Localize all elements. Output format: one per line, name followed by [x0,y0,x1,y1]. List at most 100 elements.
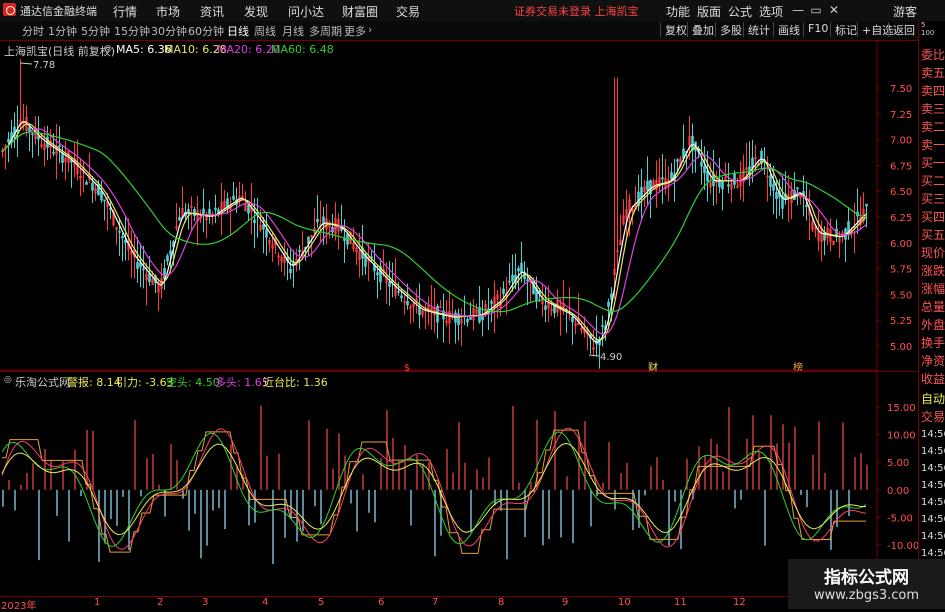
alarm-value: 警报: 8.14 [67,376,121,389]
app-logo-icon [3,3,16,16]
indicator-chart[interactable]: 15.00 10.00 5.00 0.00 -5.00 -10.00 [0,373,918,595]
indicator-axis-tick: 5.00 [887,458,909,469]
chevron-right-icon[interactable]: › [368,23,372,36]
date-label-oct: 10 [618,597,631,608]
pane-divider [0,371,918,372]
panel-top-small: 5 [921,21,926,29]
panel-item-sell1[interactable]: 卖一 [921,136,945,153]
price-axis-tick: 5.50 [890,290,912,301]
period-tick[interactable]: 分时 [22,23,44,39]
menu-trade[interactable]: 交易 [396,3,420,20]
panel-auto-button[interactable]: 自动 [921,390,945,407]
restore-icon[interactable]: ▭ [808,2,824,18]
draw-line-button[interactable]: 画线 [773,22,800,37]
tick-time: 14:56 [921,446,945,457]
panel-item-pct[interactable]: 涨幅 [921,280,945,297]
back-button[interactable]: 返回 [888,22,915,37]
menu-options[interactable]: 选项 [759,3,783,20]
panel-item-sell2[interactable]: 卖二 [921,118,945,135]
price-axis-tick: 5.25 [890,316,912,327]
event-marker-dollar[interactable]: $ [404,363,410,371]
login-warning[interactable]: 证券交易未登录 上海凯宝 [514,3,639,19]
event-marker-rank[interactable]: 榜 [793,361,803,371]
short-value: 空头: 4.50 [166,376,220,389]
price-axis-tick: 7.50 [890,84,912,95]
f10-button[interactable]: F10 [803,22,828,37]
indicator-axis-tick: 10.00 [887,431,916,442]
panel-trade-button[interactable]: 交易 [921,408,945,425]
period-30min[interactable]: 30分钟 [151,23,187,39]
long-value: 多头: 1.65 [215,376,269,389]
date-label-feb: 2 [157,597,164,608]
period-5min[interactable]: 5分钟 [81,23,110,39]
stock-legend: 上海凯宝(日线 前复权) [4,45,116,58]
panel-item-weibi[interactable]: 委比 [921,46,945,63]
guest-label[interactable]: 游客 [893,3,917,20]
date-label-2023: 2023年 [1,601,37,612]
tick-time: 14:56 [921,548,945,559]
candlestick-chart[interactable]: 7.50 7.25 7.00 6.75 6.50 6.25 6.00 5.75 5.50 5.25… [0,41,918,371]
menu-ask[interactable]: 问小达 [288,3,324,20]
menu-discover[interactable]: 发现 [244,3,268,20]
event-marker-finance[interactable]: 财 [648,361,658,371]
period-1min[interactable]: 1分钟 [48,23,77,39]
indicator-axis-tick: 15.00 [887,403,916,414]
period-toolbar: 分时 1分钟 5分钟 15分钟 30分钟 60分钟 日线 周线 月线 多周期 更… [0,21,918,41]
quote-side-panel: 5 100 委比 卖五 卖四 卖三 卖二 卖一 买一 买二 买三 买四 买五 现… [918,21,945,609]
period-weekly[interactable]: 周线 [254,23,276,39]
date-label-jun: 6 [378,597,385,608]
menu-news[interactable]: 资讯 [200,3,224,20]
panel-item-eps[interactable]: 收益 [921,370,945,387]
minimize-icon[interactable]: — [790,2,806,18]
high-price-label: 7.78 [33,60,55,71]
period-more[interactable]: 更多 [344,23,366,39]
panel-item-buy2[interactable]: 买二 [921,172,945,189]
panel-item-change[interactable]: 涨跌 [921,262,945,279]
menu-quotes[interactable]: 行情 [113,3,137,20]
near-ratio-value: 近台比: 1.36 [263,376,328,389]
panel-item-outer[interactable]: 外盘 [921,316,945,333]
date-axis: 2023年 1 2 3 4 5 6 7 8 9 10 11 12 [0,596,918,612]
period-monthly[interactable]: 月线 [282,23,304,39]
mark-button[interactable]: 标记 [830,22,857,37]
indicator-dot-icon: ◎ [4,375,12,385]
tick-time: 14:56 [921,531,945,542]
price-axis-tick: 6.00 [890,239,912,250]
period-15min[interactable]: 15分钟 [114,23,150,39]
indicator-axis-tick: -10.00 [887,541,918,552]
date-label-jul: 7 [432,597,439,608]
panel-item-volume[interactable]: 总量 [921,298,945,315]
price-axis-tick: 6.25 [890,213,912,224]
menu-wealth[interactable]: 财富圈 [342,3,378,20]
panel-item-sell3[interactable]: 卖三 [921,100,945,117]
panel-item-netasset[interactable]: 净资 [921,352,945,369]
multi-stock-button[interactable]: 多股 [715,22,742,37]
close-icon[interactable]: ✕ [826,2,842,18]
adjust-button[interactable]: 复权 [660,22,687,37]
panel-item-sell4[interactable]: 卖四 [921,82,945,99]
panel-item-buy3[interactable]: 买三 [921,190,945,207]
overlay-button[interactable]: 叠加 [687,22,714,37]
panel-item-sell5[interactable]: 卖五 [921,64,945,81]
panel-item-price[interactable]: 现价 [921,244,945,261]
menu-layout[interactable]: 版面 [697,3,721,20]
date-label-apr: 4 [262,597,269,608]
menu-market[interactable]: 市场 [156,3,180,20]
menu-function[interactable]: 功能 [666,3,690,20]
ma60-legend: MA60: 6.48 [271,43,334,56]
date-label-may: 5 [318,597,325,608]
watermark-url: www.zbgs3.com [813,588,920,603]
period-60min[interactable]: 60分钟 [188,23,224,39]
panel-item-buy5[interactable]: 买五 [921,226,945,243]
period-daily[interactable]: 日线 [227,23,249,39]
legend-dot-icon: ◎ [104,44,112,54]
menu-formula[interactable]: 公式 [728,3,752,20]
period-multi[interactable]: 多周期 [309,23,342,39]
panel-item-turnover[interactable]: 换手 [921,334,945,351]
tick-time: 14:56 [921,497,945,508]
panel-item-buy1[interactable]: 买一 [921,154,945,171]
date-label-dec: 12 [733,597,746,608]
price-axis-tick: 7.00 [890,136,912,147]
panel-item-buy4[interactable]: 买四 [921,208,945,225]
stats-button[interactable]: 统计 [743,22,770,37]
